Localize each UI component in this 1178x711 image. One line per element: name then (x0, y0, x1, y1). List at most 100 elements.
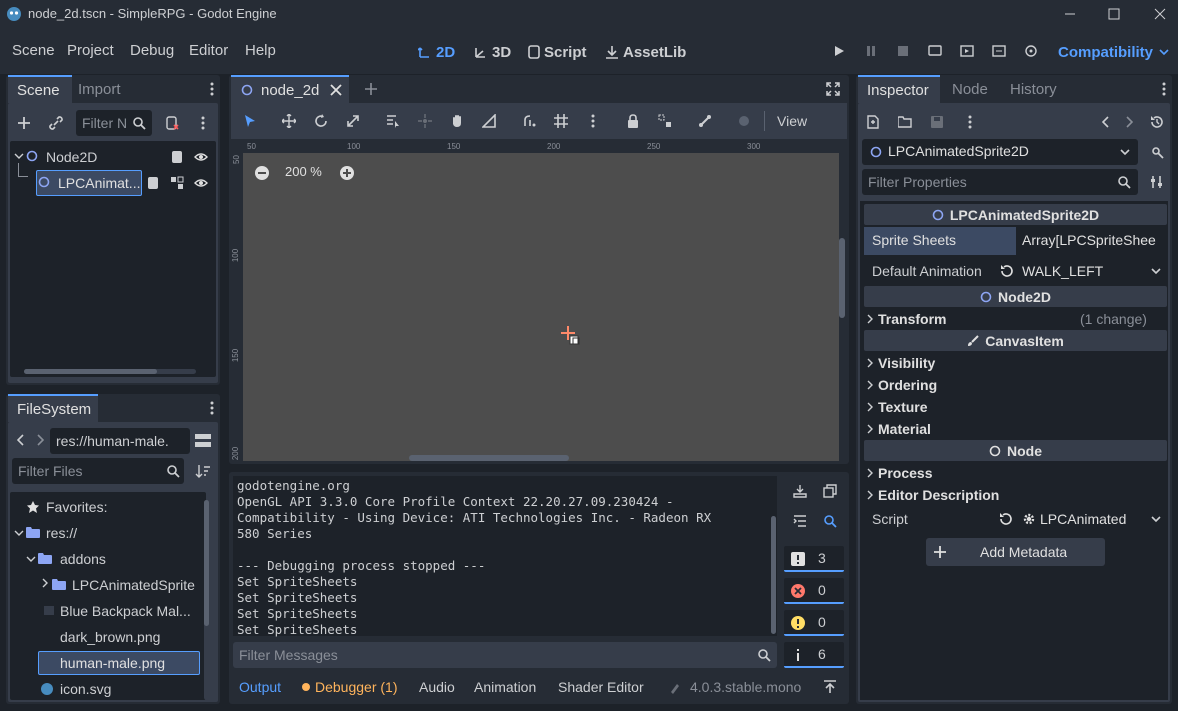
bottom-tab-shader-editor[interactable]: Shader Editor (558, 679, 644, 695)
favorites-label[interactable]: Favorites: (46, 499, 107, 515)
close-window-button[interactable] (1148, 2, 1172, 26)
object-tools-icon[interactable] (1148, 143, 1166, 161)
file-item-icon-svg[interactable]: icon.svg (60, 681, 111, 697)
add-tab-icon[interactable] (363, 80, 379, 98)
tab-inspector[interactable]: Inspector (858, 75, 940, 103)
list-view-icon[interactable] (194, 432, 212, 450)
viewport-hscroll-thumb[interactable] (409, 455, 569, 461)
sprite-sheets-value-button[interactable]: Array[LPCSpriteShee (1016, 227, 1167, 255)
sort-icon[interactable] (194, 462, 212, 480)
tab-filesystem[interactable]: FileSystem (8, 394, 98, 422)
scale-mode-icon[interactable] (344, 112, 362, 130)
collapse-output-icon[interactable] (791, 512, 809, 530)
bottom-tab-output[interactable]: Output (239, 679, 281, 695)
view-menu[interactable]: View (777, 113, 807, 129)
expand-arrow-icon[interactable] (26, 554, 36, 564)
object-selector[interactable]: LPCAnimatedSprite2D (862, 139, 1138, 165)
expand-panel-icon[interactable] (821, 678, 839, 696)
grid-snap-icon[interactable] (552, 112, 570, 130)
warning-filter-toggle[interactable]: 0 (784, 610, 844, 636)
back-arrow-icon[interactable] (14, 432, 28, 448)
scene-menu-icon[interactable] (195, 113, 211, 133)
save-icon[interactable] (928, 113, 946, 131)
expand-arrow-icon[interactable] (14, 528, 24, 538)
expand-arrow-icon[interactable] (14, 151, 24, 161)
zoom-level[interactable]: 200 % (285, 164, 322, 179)
copy-output-icon[interactable] (821, 482, 839, 500)
object-history-icon[interactable] (1148, 113, 1166, 131)
dock-menu-icon[interactable] (206, 400, 218, 416)
group-selected-icon[interactable] (656, 112, 674, 130)
file-item-blue-backpack[interactable]: Blue Backpack Mal... (60, 603, 198, 619)
dock-menu-icon[interactable] (206, 81, 218, 97)
node-origin-icon[interactable] (560, 326, 584, 346)
add-node-icon[interactable] (14, 113, 34, 133)
menu-project[interactable]: Project (67, 42, 114, 59)
file-item-dark-brown[interactable]: dark_brown.png (60, 629, 160, 645)
snap-options-icon[interactable] (585, 112, 601, 130)
instance-scene-icon[interactable] (46, 113, 66, 133)
distraction-free-icon[interactable] (825, 81, 841, 97)
resource-menu-icon[interactable] (962, 113, 978, 131)
tab-history[interactable]: History (1010, 81, 1057, 98)
process-group[interactable]: Process (866, 463, 1166, 483)
material-group[interactable]: Material (866, 419, 1166, 439)
file-item-addons[interactable]: addons (60, 551, 106, 567)
editor-description-group[interactable]: Editor Description (866, 485, 1166, 505)
viewport-canvas[interactable] (243, 153, 839, 461)
error-filter-toggle[interactable]: 0 (784, 578, 844, 604)
list-select-icon[interactable] (384, 112, 402, 130)
filesystem-path-input[interactable]: res://human-male. (50, 428, 190, 454)
add-metadata-button[interactable]: Add Metadata (926, 538, 1105, 566)
play-icon[interactable] (830, 42, 848, 60)
bottom-tab-animation[interactable]: Animation (474, 679, 536, 695)
tab-scene[interactable]: Scene (8, 75, 72, 103)
revert-icon[interactable] (999, 512, 1013, 526)
error-count-toggle[interactable]: 3 (784, 546, 844, 572)
info-filter-toggle[interactable]: 6 (784, 642, 844, 668)
new-resource-icon[interactable] (864, 113, 882, 131)
history-back-icon[interactable] (1099, 113, 1113, 131)
filter-properties-input[interactable]: Filter Properties (862, 169, 1138, 195)
pan-mode-icon[interactable] (448, 112, 466, 130)
search-icon[interactable] (821, 512, 839, 530)
output-log[interactable]: godotengine.org OpenGL API 3.3.0 Core Pr… (233, 476, 777, 637)
viewport-vscroll-thumb[interactable] (839, 238, 845, 318)
attach-script-icon[interactable] (162, 113, 182, 133)
clear-output-icon[interactable] (791, 482, 809, 500)
play-custom-scene-icon[interactable] (990, 42, 1008, 60)
group-icon[interactable] (170, 176, 184, 190)
light-occluder-icon[interactable] (735, 112, 753, 130)
tab-node[interactable]: Node (952, 81, 988, 98)
stop-icon[interactable] (894, 42, 912, 60)
scene-tab-node2d[interactable]: node_2d (231, 75, 349, 103)
menu-editor[interactable]: Editor (189, 42, 228, 59)
ruler-mode-icon[interactable] (480, 112, 498, 130)
maximize-button[interactable] (1102, 2, 1126, 26)
minimize-button[interactable] (1058, 2, 1082, 26)
bottom-tab-audio[interactable]: Audio (419, 679, 455, 695)
property-tools-icon[interactable] (1148, 173, 1166, 191)
open-folder-icon[interactable] (896, 113, 914, 131)
pivot-mode-icon[interactable] (416, 112, 434, 130)
workspace-2d-button[interactable]: 2D (418, 40, 455, 64)
visibility-eye-icon[interactable] (194, 177, 208, 189)
forward-arrow-icon[interactable] (33, 432, 47, 448)
tab-import[interactable]: Import (78, 81, 121, 98)
file-item-res[interactable]: res:// (46, 525, 77, 541)
file-vscroll-thumb[interactable] (204, 500, 209, 626)
workspace-assetlib-button[interactable]: AssetLib (605, 40, 686, 64)
collapsed-arrow-icon[interactable] (40, 578, 50, 588)
visibility-group[interactable]: Visibility (866, 353, 1166, 373)
output-vscroll-thumb[interactable] (771, 516, 776, 634)
visibility-eye-icon[interactable] (194, 151, 208, 163)
menu-help[interactable]: Help (245, 42, 276, 59)
smart-snap-icon[interactable] (521, 112, 539, 130)
default-animation-select[interactable]: WALK_LEFT (1018, 259, 1167, 283)
close-icon[interactable] (330, 84, 342, 96)
script-attached-icon[interactable] (170, 150, 184, 164)
script-attached-icon[interactable] (146, 176, 160, 190)
dock-menu-icon[interactable] (1158, 81, 1170, 97)
workspace-3d-button[interactable]: 3D (474, 40, 511, 64)
output-filter-input[interactable]: Filter Messages (233, 642, 777, 668)
